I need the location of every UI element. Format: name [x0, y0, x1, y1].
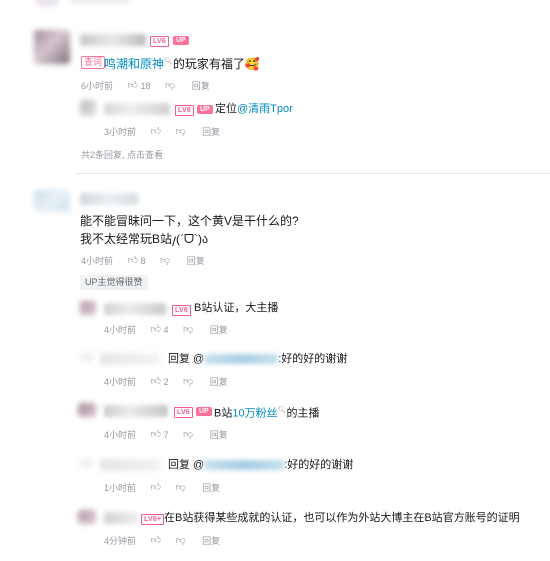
reply-avatar[interactable]	[80, 352, 94, 362]
reply-button[interactable]: 回复	[202, 482, 220, 494]
view-replies-link[interactable]: 共2条回复, 点击查看	[81, 149, 163, 161]
timestamp: 4小时前	[104, 324, 137, 335]
reply-content: B站认证，大主播	[194, 302, 279, 314]
reply-button[interactable]: 回复	[210, 376, 228, 388]
reply-meta: 1小时前 👍︎ 👎︎ 回复	[104, 481, 220, 494]
thumbs-up-icon[interactable]: 👍︎	[151, 429, 161, 441]
level-badge: LV6	[174, 407, 193, 418]
reply-username[interactable]	[100, 459, 160, 471]
reply-button[interactable]: 回复	[202, 126, 220, 138]
like-count: 2	[163, 376, 169, 387]
comment-2-avatar[interactable]	[34, 190, 70, 212]
reply-avatar[interactable]	[80, 301, 96, 315]
thumbs-down-icon[interactable]: 👎︎	[183, 324, 193, 336]
reply-button[interactable]: 回复	[187, 255, 205, 267]
thumbs-down-icon[interactable]: 👎︎	[183, 376, 193, 388]
like-count: 8	[140, 255, 146, 266]
timestamp: 4小时前	[104, 429, 137, 440]
thumbs-up-icon[interactable]: 👍︎	[151, 126, 161, 138]
thumbs-up-icon[interactable]: 👍︎	[151, 482, 161, 494]
comment-2-meta: 4小时前 👍︎ 8 👎︎ 回复	[81, 254, 205, 267]
thumbs-down-icon[interactable]: 👎︎	[183, 429, 193, 441]
level-badge: LV6+	[141, 514, 165, 525]
comment-2-line-2: 我不太经常玩B站𐑢(ˊᗜˋ)ა	[80, 232, 209, 246]
up-liked-tag: UP主觉得很赞	[80, 275, 148, 290]
comment-2-line-1: 能不能冒昧问一下，这个黄V是干什么的?	[80, 214, 299, 228]
timestamp: 6小时前	[81, 80, 114, 91]
mention-link[interactable]: @清雨Tpor	[237, 103, 293, 115]
up-badge: UP	[197, 105, 213, 114]
reply-button[interactable]: 回复	[192, 80, 210, 92]
reply-username[interactable]	[104, 103, 170, 115]
thumbs-down-icon[interactable]: 👎︎	[176, 535, 186, 547]
reply-avatar[interactable]	[78, 403, 96, 417]
search-tag[interactable]: 查词	[81, 56, 106, 69]
reply-meta: 4分钟前 👍︎ 👎︎ 回复	[104, 534, 220, 547]
emoji: 🥰	[244, 57, 260, 71]
thumbs-up-icon[interactable]: 👍︎	[151, 535, 161, 547]
reply-avatar[interactable]	[80, 100, 96, 116]
timestamp: 4小时前	[104, 376, 137, 387]
thumbs-down-icon[interactable]: 👎︎	[176, 482, 186, 494]
reply-username[interactable]	[104, 303, 166, 315]
reply-content: 定位@清雨Tpor	[215, 103, 293, 115]
level-badge: LV6	[150, 36, 169, 47]
reply-meta: 4小时前 👍︎ 4 👎︎ 回复	[104, 323, 228, 336]
search-link[interactable]: 10万粉丝	[232, 408, 277, 420]
reply-content: 回复 @:好的好的谢谢	[168, 459, 354, 471]
like-count: 7	[163, 429, 169, 440]
top-avatar[interactable]	[36, 0, 58, 6]
mention-blur[interactable]	[204, 460, 285, 471]
reply-avatar[interactable]	[80, 458, 94, 468]
up-badge: UP	[196, 407, 212, 416]
timestamp: 3小时前	[104, 126, 137, 137]
like-count: 4	[163, 324, 169, 335]
thumbs-up-icon[interactable]: 👍︎	[151, 324, 161, 336]
reply-avatar[interactable]	[78, 510, 96, 524]
reply-content: B站10万粉丝🔍︎的主播	[214, 407, 320, 420]
reply-username[interactable]	[100, 353, 160, 365]
comment-1-content: 鸣潮和原神🔍︎的玩家有福了🥰	[104, 57, 260, 71]
reply-content: 在B站获得某些成就的认证，也可以作为外站大博主在B站官方账号的证明	[164, 512, 520, 524]
timestamp: 4分钟前	[104, 535, 137, 546]
reply-button[interactable]: 回复	[210, 429, 228, 441]
up-badge: UP	[173, 36, 189, 45]
reply-username[interactable]	[104, 405, 168, 417]
like-count: 18	[140, 80, 151, 91]
comment-1-meta: 6小时前 👍︎ 18 👎︎ 回复	[81, 79, 210, 92]
comment-1-avatar[interactable]	[34, 30, 70, 64]
reply-meta: 3小时前 👍︎ 👎︎ 回复	[104, 125, 220, 138]
level-badge: LV6	[175, 105, 194, 116]
reply-meta: 4小时前 👍︎ 7 👎︎ 回复	[104, 428, 228, 441]
thumbs-down-icon[interactable]: 👎︎	[176, 126, 186, 138]
thumbs-down-icon[interactable]: 👎︎	[165, 80, 175, 92]
thumbs-up-icon[interactable]: 👍︎	[151, 376, 161, 388]
search-icon: 🔍︎	[164, 58, 173, 65]
thumbs-up-icon[interactable]: 👍︎	[128, 255, 138, 267]
thumbs-up-icon[interactable]: 👍︎	[128, 80, 138, 92]
reply-button[interactable]: 回复	[202, 535, 220, 547]
comment-2-username[interactable]	[80, 193, 138, 205]
reply-button[interactable]: 回复	[210, 324, 228, 336]
reply-meta: 4小时前 👍︎ 2 👎︎ 回复	[104, 375, 228, 388]
top-bar	[70, 0, 130, 4]
level-badge: LV6	[172, 305, 191, 316]
timestamp: 4小时前	[81, 255, 114, 266]
thumbs-down-icon[interactable]: 👎︎	[160, 255, 170, 267]
comment-1-username[interactable]	[80, 34, 146, 46]
divider	[76, 173, 550, 174]
search-link[interactable]: 鸣潮和原神	[104, 57, 164, 71]
reply-username[interactable]	[104, 512, 138, 524]
mention-blur[interactable]	[204, 354, 279, 365]
timestamp: 1小时前	[104, 482, 137, 493]
reply-content: 回复 @:好的好的谢谢	[168, 353, 348, 365]
